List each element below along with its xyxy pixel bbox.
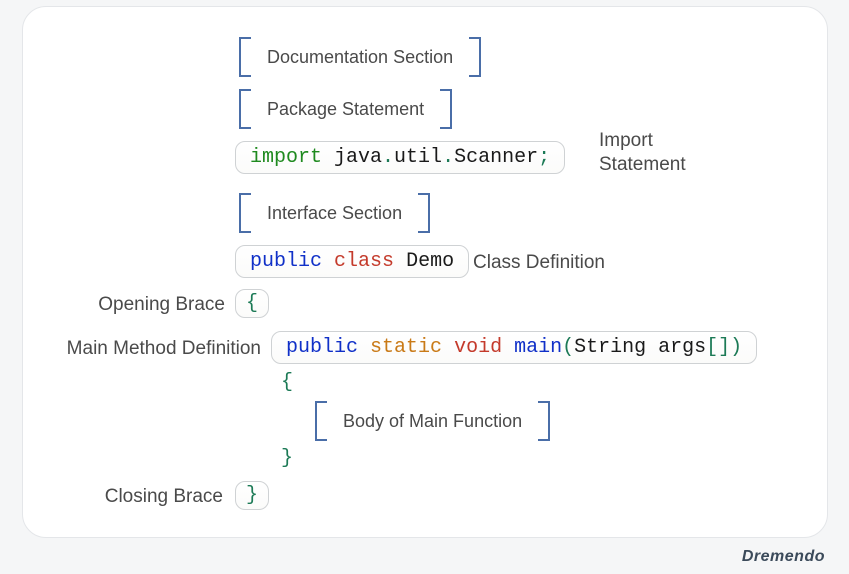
interface-label: Interface Section [251, 203, 418, 224]
package-placeholder: Package Statement [239, 89, 452, 129]
left-bracket-icon [315, 401, 327, 441]
brand-logo: Dremendo [742, 548, 825, 566]
public-keyword: public [286, 336, 358, 359]
void-keyword: void [454, 336, 502, 359]
opening-brace-code: { [235, 289, 269, 318]
opening-brace-label: Opening Brace [95, 293, 225, 317]
paren-close: ) [730, 336, 742, 359]
class-def-code: public class Demo [235, 245, 469, 278]
body-label: Body of Main Function [327, 411, 538, 432]
right-bracket-icon [469, 37, 481, 77]
left-bracket-icon [239, 193, 251, 233]
main-method-label: Main Method Definition [35, 337, 261, 361]
brace-open: { [246, 292, 258, 315]
import-dot: . [382, 146, 394, 169]
import-semi: ; [538, 146, 550, 169]
main-method-code: public static void main(String args[]) [271, 331, 757, 364]
interface-placeholder: Interface Section [239, 193, 430, 233]
right-bracket-icon [418, 193, 430, 233]
import-class: Scanner [454, 146, 538, 169]
array-brackets: [] [706, 336, 730, 359]
left-bracket-icon [239, 89, 251, 129]
inner-close-brace: } [281, 447, 293, 470]
import-util: util [394, 146, 442, 169]
public-keyword: public [250, 250, 322, 273]
documentation-label: Documentation Section [251, 47, 469, 68]
right-bracket-icon [440, 89, 452, 129]
paren-open: ( [562, 336, 574, 359]
import-code: import java.util.Scanner; [235, 141, 565, 174]
class-name: Demo [406, 250, 454, 273]
closing-brace-label: Closing Brace [103, 485, 223, 509]
brace-close: } [246, 484, 258, 507]
body-placeholder: Body of Main Function [315, 401, 550, 441]
string-type: String [574, 336, 646, 359]
class-definition-label: Class Definition [473, 251, 605, 275]
package-label: Package Statement [251, 99, 440, 120]
static-keyword: static [370, 336, 442, 359]
class-keyword: class [334, 250, 394, 273]
inner-open-brace: { [281, 371, 293, 394]
right-bracket-icon [538, 401, 550, 441]
closing-brace-code: } [235, 481, 269, 510]
args-name: args [646, 336, 706, 359]
import-dot: . [442, 146, 454, 169]
documentation-placeholder: Documentation Section [239, 37, 481, 77]
import-keyword: import [250, 146, 322, 169]
import-statement-label: Import Statement [599, 129, 686, 177]
import-java: java [322, 146, 382, 169]
main-keyword: main [514, 336, 562, 359]
diagram-panel: Documentation Section Package Statement … [22, 6, 828, 538]
left-bracket-icon [239, 37, 251, 77]
